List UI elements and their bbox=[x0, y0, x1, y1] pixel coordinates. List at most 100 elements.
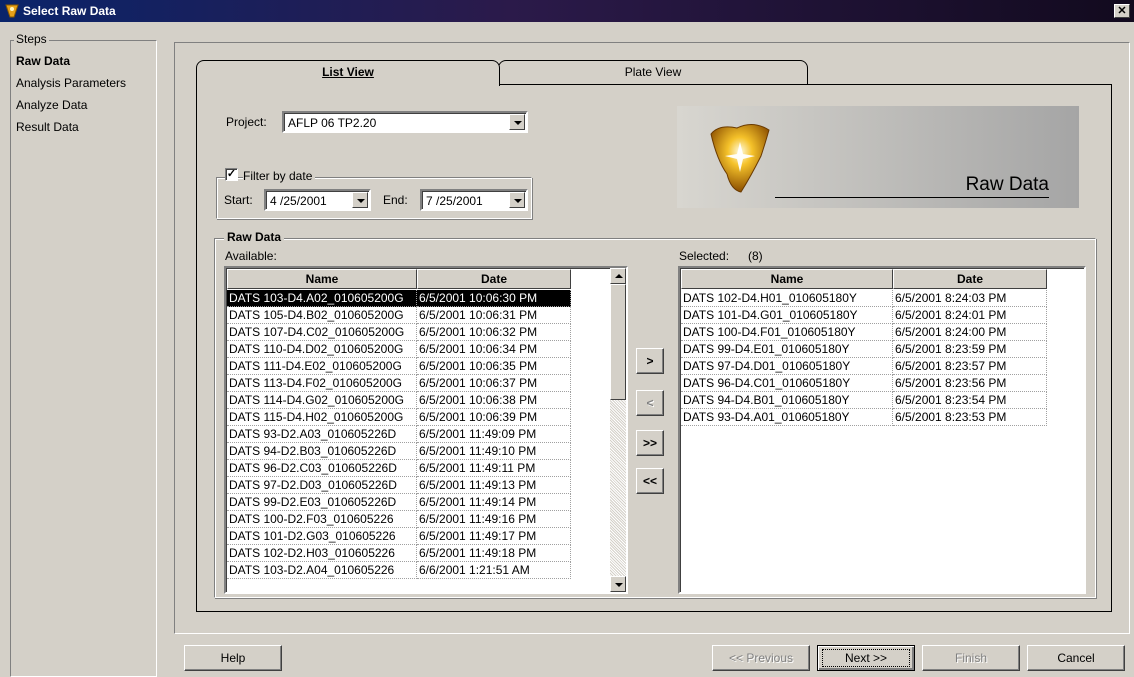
end-date-picker[interactable]: 7 /25/2001 bbox=[420, 189, 528, 211]
column-header-date[interactable]: Date bbox=[417, 269, 571, 289]
column-header-date[interactable]: Date bbox=[893, 269, 1047, 289]
tab-plate-view[interactable]: Plate View bbox=[498, 60, 808, 86]
cell-date: 6/5/2001 10:06:32 PM bbox=[417, 324, 571, 341]
raw-data-legend: Raw Data bbox=[224, 230, 285, 244]
next-button[interactable]: Next >> bbox=[817, 645, 915, 671]
filter-by-date-checkbox[interactable]: ✓ bbox=[225, 168, 238, 181]
column-header-name[interactable]: Name bbox=[681, 269, 893, 289]
remove-selected-button[interactable]: < bbox=[636, 390, 664, 416]
tab-plate-view-label: Plate View bbox=[624, 65, 682, 79]
selected-list[interactable]: Name Date DATS 102-D4.H01_010605180Y 6/5/… bbox=[678, 266, 1086, 594]
step-result-data[interactable]: Result Data bbox=[16, 120, 79, 134]
table-row[interactable]: DATS 101-D4.G01_010605180Y 6/5/2001 8:24:… bbox=[681, 307, 1047, 324]
table-row[interactable]: DATS 97-D2.D03_010605226D 6/5/2001 11:49:… bbox=[227, 477, 571, 494]
filter-by-date-label: Filter by date bbox=[243, 169, 316, 183]
cell-date: 6/5/2001 8:23:53 PM bbox=[893, 409, 1047, 426]
scroll-thumb[interactable] bbox=[610, 284, 626, 400]
chevron-down-icon[interactable] bbox=[352, 192, 368, 208]
table-row[interactable]: DATS 97-D4.D01_010605180Y 6/5/2001 8:23:5… bbox=[681, 358, 1047, 375]
steps-pane bbox=[10, 40, 157, 677]
project-dropdown[interactable]: AFLP 06 TP2.20 bbox=[282, 111, 528, 133]
scroll-down-icon[interactable] bbox=[610, 576, 626, 592]
window-title: Select Raw Data bbox=[23, 4, 116, 18]
cell-name: DATS 93-D2.A03_010605226D bbox=[227, 426, 417, 443]
cell-name: DATS 102-D2.H03_010605226 bbox=[227, 545, 417, 562]
step-analysis-parameters[interactable]: Analysis Parameters bbox=[16, 76, 126, 90]
cell-name: DATS 115-D4.H02_010605200G bbox=[227, 409, 417, 426]
table-row[interactable]: DATS 99-D4.E01_010605180Y 6/5/2001 8:23:5… bbox=[681, 341, 1047, 358]
add-selected-button[interactable]: > bbox=[636, 348, 664, 374]
close-icon[interactable]: ✕ bbox=[1114, 4, 1130, 18]
cell-date: 6/5/2001 11:49:18 PM bbox=[417, 545, 571, 562]
table-row[interactable]: DATS 114-D4.G02_010605200G 6/5/2001 10:06… bbox=[227, 392, 571, 409]
selected-count: (8) bbox=[748, 249, 763, 263]
previous-button[interactable]: << Previous bbox=[712, 645, 810, 671]
table-row[interactable]: DATS 102-D2.H03_010605226 6/5/2001 11:49:… bbox=[227, 545, 571, 562]
cell-name: DATS 103-D4.A02_010605200G bbox=[227, 290, 417, 307]
table-row[interactable]: DATS 110-D4.D02_010605200G 6/5/2001 10:06… bbox=[227, 341, 571, 358]
cell-date: 6/5/2001 11:49:16 PM bbox=[417, 511, 571, 528]
available-list[interactable]: Name Date DATS 103-D4.A02_010605200G 6/5/… bbox=[224, 266, 628, 594]
chevron-down-icon[interactable] bbox=[509, 192, 525, 208]
cell-date: 6/5/2001 8:24:00 PM bbox=[893, 324, 1047, 341]
cell-date: 6/5/2001 11:49:13 PM bbox=[417, 477, 571, 494]
cell-date: 6/5/2001 8:23:59 PM bbox=[893, 341, 1047, 358]
help-button[interactable]: Help bbox=[184, 645, 282, 671]
table-row[interactable]: DATS 93-D4.A01_010605180Y 6/5/2001 8:23:5… bbox=[681, 409, 1047, 426]
cancel-button[interactable]: Cancel bbox=[1027, 645, 1125, 671]
step-raw-data[interactable]: Raw Data bbox=[16, 54, 70, 68]
cell-name: DATS 105-D4.B02_010605200G bbox=[227, 307, 417, 324]
cell-date: 6/5/2001 11:49:11 PM bbox=[417, 460, 571, 477]
cell-name: DATS 96-D4.C01_010605180Y bbox=[681, 375, 893, 392]
chevron-down-icon[interactable] bbox=[509, 114, 525, 130]
table-row[interactable]: DATS 100-D2.F03_010605226 6/5/2001 11:49:… bbox=[227, 511, 571, 528]
cell-name: DATS 94-D2.B03_010605226D bbox=[227, 443, 417, 460]
table-row[interactable]: DATS 99-D2.E03_010605226D 6/5/2001 11:49:… bbox=[227, 494, 571, 511]
cell-name: DATS 101-D4.G01_010605180Y bbox=[681, 307, 893, 324]
table-row[interactable]: DATS 115-D4.H02_010605200G 6/5/2001 10:06… bbox=[227, 409, 571, 426]
project-value: AFLP 06 TP2.20 bbox=[288, 116, 377, 130]
raw-data-banner: Raw Data bbox=[677, 106, 1079, 208]
table-row[interactable]: DATS 94-D2.B03_010605226D 6/5/2001 11:49:… bbox=[227, 443, 571, 460]
table-row[interactable]: DATS 101-D2.G03_010605226 6/5/2001 11:49:… bbox=[227, 528, 571, 545]
table-row[interactable]: DATS 113-D4.F02_010605200G 6/5/2001 10:06… bbox=[227, 375, 571, 392]
cell-name: DATS 96-D2.C03_010605226D bbox=[227, 460, 417, 477]
cell-date: 6/5/2001 11:49:09 PM bbox=[417, 426, 571, 443]
scroll-up-icon[interactable] bbox=[610, 268, 626, 284]
column-header-name[interactable]: Name bbox=[227, 269, 417, 289]
cell-date: 6/5/2001 8:23:54 PM bbox=[893, 392, 1047, 409]
remove-all-button[interactable]: << bbox=[636, 468, 664, 494]
cell-date: 6/6/2001 1:21:51 AM bbox=[417, 562, 571, 579]
table-row[interactable]: DATS 103-D4.A02_010605200G 6/5/2001 10:06… bbox=[227, 290, 571, 307]
table-row[interactable]: DATS 107-D4.C02_010605200G 6/5/2001 10:06… bbox=[227, 324, 571, 341]
cell-date: 6/5/2001 8:23:56 PM bbox=[893, 375, 1047, 392]
cell-date: 6/5/2001 10:06:34 PM bbox=[417, 341, 571, 358]
table-row[interactable]: DATS 105-D4.B02_010605200G 6/5/2001 10:06… bbox=[227, 307, 571, 324]
cell-name: DATS 113-D4.F02_010605200G bbox=[227, 375, 417, 392]
table-row[interactable]: DATS 94-D4.B01_010605180Y 6/5/2001 8:23:5… bbox=[681, 392, 1047, 409]
step-analyze-data[interactable]: Analyze Data bbox=[16, 98, 87, 112]
cell-date: 6/5/2001 11:49:10 PM bbox=[417, 443, 571, 460]
available-label: Available: bbox=[225, 249, 277, 263]
cell-date: 6/5/2001 10:06:35 PM bbox=[417, 358, 571, 375]
cell-date: 6/5/2001 10:06:37 PM bbox=[417, 375, 571, 392]
table-row[interactable]: DATS 100-D4.F01_010605180Y 6/5/2001 8:24:… bbox=[681, 324, 1047, 341]
table-row[interactable]: DATS 102-D4.H01_010605180Y 6/5/2001 8:24:… bbox=[681, 290, 1047, 307]
table-row[interactable]: DATS 103-D2.A04_010605226 6/6/2001 1:21:5… bbox=[227, 562, 571, 579]
available-list-scrollbar[interactable] bbox=[610, 268, 626, 592]
table-row[interactable]: DATS 93-D2.A03_010605226D 6/5/2001 11:49:… bbox=[227, 426, 571, 443]
finish-button[interactable]: Finish bbox=[922, 645, 1020, 671]
cell-name: DATS 100-D2.F03_010605226 bbox=[227, 511, 417, 528]
cell-name: DATS 102-D4.H01_010605180Y bbox=[681, 290, 893, 307]
title-bar: Select Raw Data ✕ bbox=[0, 0, 1134, 22]
cell-date: 6/5/2001 8:24:01 PM bbox=[893, 307, 1047, 324]
end-label: End: bbox=[383, 193, 408, 207]
selected-label: Selected: bbox=[679, 249, 730, 263]
start-date-value: 4 /25/2001 bbox=[270, 194, 327, 208]
cell-name: DATS 99-D2.E03_010605226D bbox=[227, 494, 417, 511]
add-all-button[interactable]: >> bbox=[636, 430, 664, 456]
table-row[interactable]: DATS 96-D4.C01_010605180Y 6/5/2001 8:23:5… bbox=[681, 375, 1047, 392]
start-date-picker[interactable]: 4 /25/2001 bbox=[264, 189, 371, 211]
table-row[interactable]: DATS 111-D4.E02_010605200G 6/5/2001 10:06… bbox=[227, 358, 571, 375]
table-row[interactable]: DATS 96-D2.C03_010605226D 6/5/2001 11:49:… bbox=[227, 460, 571, 477]
